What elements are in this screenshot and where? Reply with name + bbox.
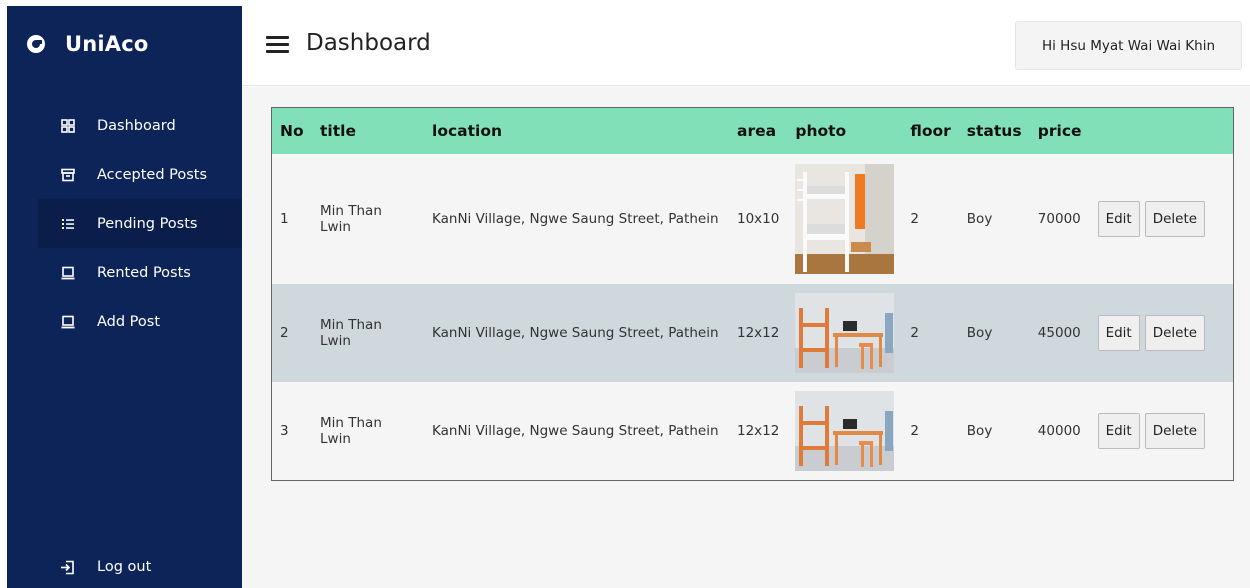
sidebar-item-dashboard[interactable]: Dashboard [38,101,242,150]
sidebar-item-label: Accepted Posts [97,166,208,183]
table-row: 1 Min Than Lwin KanNi Village, Ngwe Saun… [272,154,1233,284]
page-title: Dashboard [306,30,431,56]
cell-no: 1 [280,211,289,227]
sidebar: UniAco Dashboard Accepted Posts Pending … [7,6,242,588]
cell-photo [787,154,902,284]
column-header-status: status [966,122,1022,140]
logout-icon [60,560,75,575]
cell-actions: Edit Delete [1090,284,1233,382]
delete-button[interactable]: Delete [1144,315,1206,351]
sidebar-item-label: Rented Posts [97,264,191,281]
cell-price: 45000 [1037,325,1081,341]
column-header-location: location [432,122,503,140]
column-header-title: title [320,122,356,140]
table-row: 3 Min Than Lwin KanNi Village, Ngwe Saun… [272,382,1233,480]
cell-area: 12x12 [737,423,780,439]
cell-no: 2 [280,325,289,341]
table-header-row: No title location area photo floor statu… [272,108,1233,154]
main-content: No title location area photo floor statu… [242,87,1250,588]
posts-table-container: No title location area photo floor statu… [271,107,1234,481]
room-photo [795,293,895,373]
sidebar-item-add-post[interactable]: Add Post [38,297,242,346]
laptop-icon [60,265,75,280]
cell-photo [787,382,902,480]
sidebar-item-rented-posts[interactable]: Rented Posts [38,248,242,297]
grid-icon [60,118,75,133]
sidebar-item-pending-posts[interactable]: Pending Posts [38,199,242,248]
cell-area: 10x10 [737,211,780,227]
cell-actions: Edit Delete [1090,154,1233,284]
app: UniAco Dashboard Accepted Posts Pending … [0,0,1250,588]
edit-button[interactable]: Edit [1097,413,1140,449]
delete-button[interactable]: Delete [1144,201,1206,237]
cell-price: 70000 [1037,211,1081,227]
cell-floor: 2 [910,211,919,227]
room-photo [795,391,895,471]
list-icon [60,216,75,231]
sidebar-item-label: Add Post [97,313,161,330]
posts-table: No title location area photo floor statu… [272,108,1233,480]
cell-no: 3 [280,423,289,439]
cell-title: Min Than Lwin [320,203,382,235]
laptop-icon [60,314,75,329]
sidebar-item-label: Dashboard [97,117,176,134]
cell-status: Boy [966,325,993,341]
logout-label: Log out [97,559,152,575]
cell-location: KanNi Village, Ngwe Saung Street, Pathei… [432,423,719,439]
cell-title: Min Than Lwin [320,415,382,447]
table-row: 2 Min Than Lwin KanNi Village, Ngwe Saun… [272,284,1233,382]
cell-floor: 2 [910,325,919,341]
cell-status: Boy [966,211,993,227]
edit-button[interactable]: Edit [1097,315,1140,351]
column-header-floor: floor [910,122,951,140]
logo-icon [27,35,45,53]
brand-name: UniAco [65,32,149,56]
user-greeting[interactable]: Hi Hsu Myat Wai Wai Khin [1015,21,1242,70]
cell-area: 12x12 [737,325,780,341]
logout-button[interactable]: Log out [60,559,151,575]
cell-location: KanNi Village, Ngwe Saung Street, Pathei… [432,325,719,341]
column-header-price: price [1037,122,1082,140]
sidebar-item-label: Pending Posts [97,215,198,232]
column-header-area: area [737,122,777,140]
hamburger-menu-icon[interactable] [266,36,290,56]
cell-title: Min Than Lwin [320,317,382,349]
archive-icon [60,167,75,182]
brand[interactable]: UniAco [27,32,149,56]
cell-location: KanNi Village, Ngwe Saung Street, Pathei… [432,211,719,227]
room-photo [795,164,895,274]
cell-floor: 2 [910,423,919,439]
edit-button[interactable]: Edit [1097,201,1140,237]
column-header-no: No [280,122,304,140]
column-header-actions [1090,108,1233,154]
cell-status: Boy [966,423,993,439]
sidebar-item-accepted-posts[interactable]: Accepted Posts [38,150,242,199]
topbar: Dashboard Hi Hsu Myat Wai Wai Khin [242,6,1250,86]
cell-actions: Edit Delete [1090,382,1233,480]
cell-photo [787,284,902,382]
cell-price: 40000 [1037,423,1081,439]
sidebar-nav: Dashboard Accepted Posts Pending Posts R… [38,101,242,346]
column-header-photo: photo [795,122,847,140]
delete-button[interactable]: Delete [1144,413,1206,449]
